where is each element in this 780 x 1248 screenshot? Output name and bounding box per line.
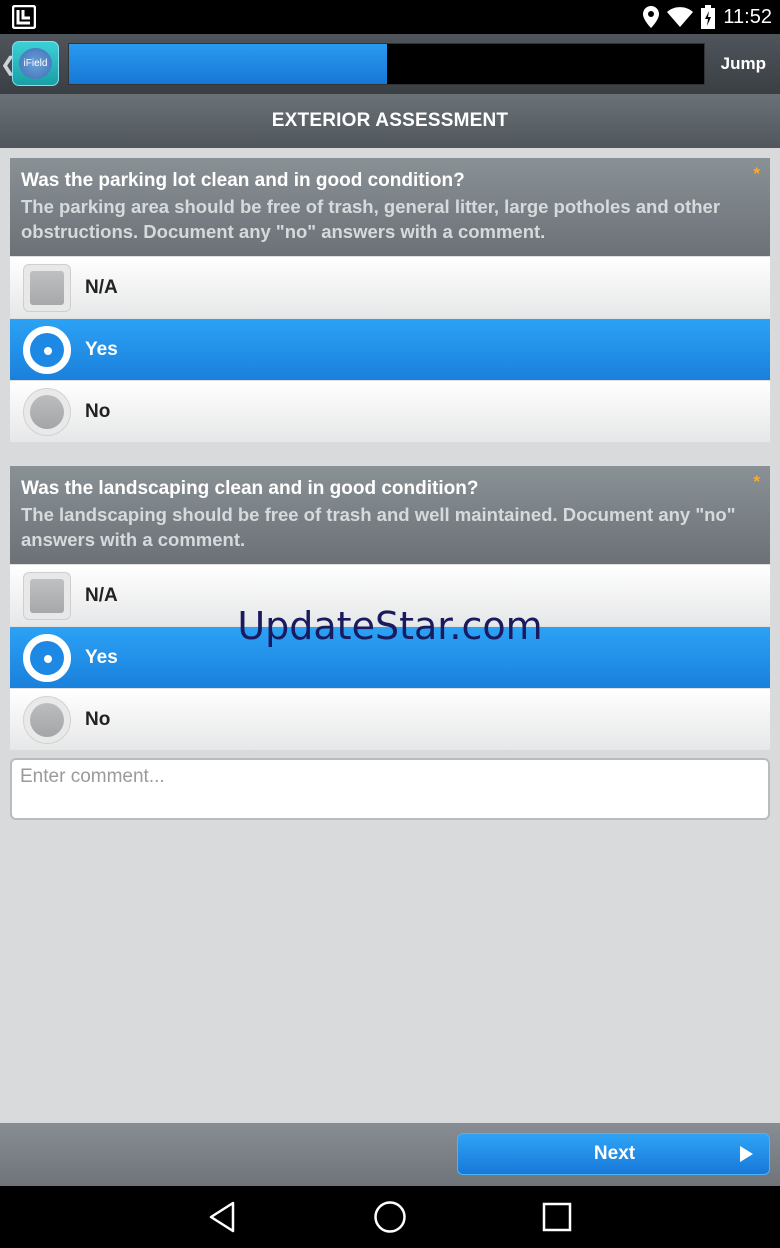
option-label: No	[85, 709, 111, 730]
option-label: Yes	[85, 339, 118, 360]
logo-text: iField	[19, 48, 52, 79]
required-marker: *	[753, 164, 760, 183]
watermark: UpdateStar.com	[237, 604, 543, 648]
system-nav-bar	[0, 1186, 780, 1248]
section-title: EXTERIOR ASSESSMENT	[0, 94, 780, 148]
option-no[interactable]: No	[10, 380, 770, 442]
status-bar: 11:52	[0, 0, 780, 34]
option-label: N/A	[85, 277, 118, 298]
footer-bar: Next	[0, 1123, 780, 1186]
next-button[interactable]: Next	[457, 1133, 770, 1175]
wifi-icon	[667, 7, 694, 27]
question-title: Was the landscaping clean and in good co…	[21, 478, 479, 499]
option-yes[interactable]: Yes	[10, 318, 770, 380]
app-header: ❮ iField Jump	[0, 34, 780, 94]
location-icon	[643, 6, 660, 28]
radio-button-selected[interactable]	[23, 326, 71, 374]
question-description: The landscaping should be free of trash …	[21, 504, 736, 550]
survey-progress-bar	[68, 43, 705, 85]
question-description: The parking area should be free of trash…	[21, 196, 721, 242]
back-icon[interactable]	[205, 1200, 239, 1234]
comment-field[interactable]: Enter comment...	[10, 758, 770, 820]
checkbox[interactable]	[23, 264, 71, 312]
question-header: Was the landscaping clean and in good co…	[10, 466, 770, 564]
progress-fill	[69, 44, 387, 84]
question-card: Was the parking lot clean and in good co…	[10, 158, 770, 442]
play-arrow-icon	[740, 1146, 753, 1162]
recent-apps-icon[interactable]	[540, 1200, 574, 1234]
battery-charging-icon	[701, 5, 716, 29]
next-label: Next	[593, 1143, 636, 1164]
radio-button[interactable]	[23, 696, 71, 744]
app-logo[interactable]: iField	[12, 41, 59, 86]
app-notification-icon	[12, 5, 36, 29]
option-na[interactable]: N/A	[10, 256, 770, 318]
question-title: Was the parking lot clean and in good co…	[21, 170, 465, 191]
jump-button[interactable]: Jump	[721, 54, 766, 74]
option-no[interactable]: No	[10, 688, 770, 750]
radio-button[interactable]	[23, 388, 71, 436]
question-header: Was the parking lot clean and in good co…	[10, 158, 770, 256]
option-label: No	[85, 401, 111, 422]
clock: 11:52	[723, 5, 772, 28]
home-icon[interactable]	[373, 1200, 407, 1234]
required-marker: *	[753, 472, 760, 491]
